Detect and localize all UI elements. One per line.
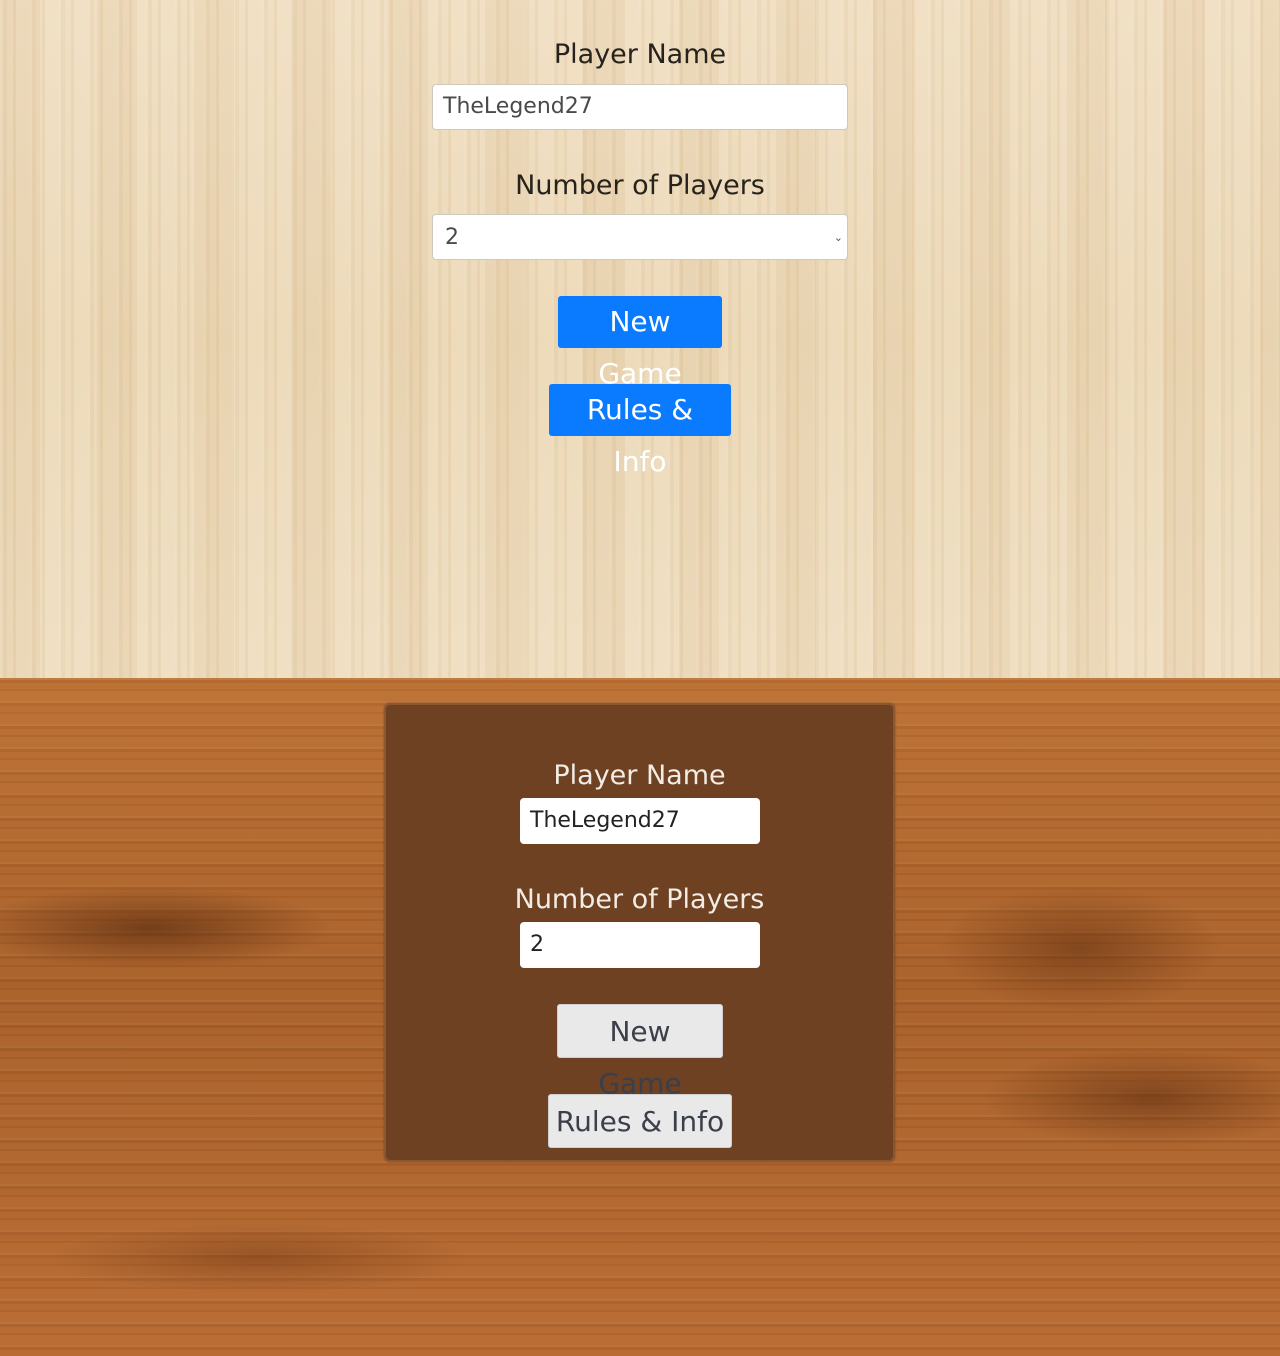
player-name-value: TheLegend27 bbox=[530, 808, 680, 833]
number-of-players-label: Number of Players bbox=[514, 884, 765, 915]
game-setup-panel: Player Name TheLegend27 Number of Player… bbox=[384, 703, 895, 1162]
new-game-button[interactable]: New Game bbox=[558, 296, 722, 390]
light-wood-section: Player Name TheLegend27 Number of Player… bbox=[0, 0, 1280, 678]
number-of-players-input[interactable]: 2 bbox=[520, 922, 760, 968]
player-name-value: TheLegend27 bbox=[443, 94, 593, 119]
number-of-players-value: 2 bbox=[445, 225, 459, 250]
new-game-button[interactable]: New Game bbox=[557, 1004, 723, 1100]
player-name-input[interactable]: TheLegend27 bbox=[520, 798, 760, 844]
player-name-input[interactable]: TheLegend27 bbox=[432, 84, 848, 130]
player-name-label: Player Name bbox=[553, 760, 726, 791]
number-of-players-select[interactable]: 2 ⌄ bbox=[432, 214, 848, 260]
rules-info-button[interactable]: Rules & Info bbox=[548, 1094, 732, 1148]
chevron-down-icon: ⌄ bbox=[833, 231, 843, 244]
number-of-players-label: Number of Players bbox=[515, 170, 765, 201]
number-of-players-value: 2 bbox=[530, 932, 544, 957]
player-name-label: Player Name bbox=[553, 39, 727, 70]
rules-info-button[interactable]: Rules & Info bbox=[549, 384, 731, 478]
